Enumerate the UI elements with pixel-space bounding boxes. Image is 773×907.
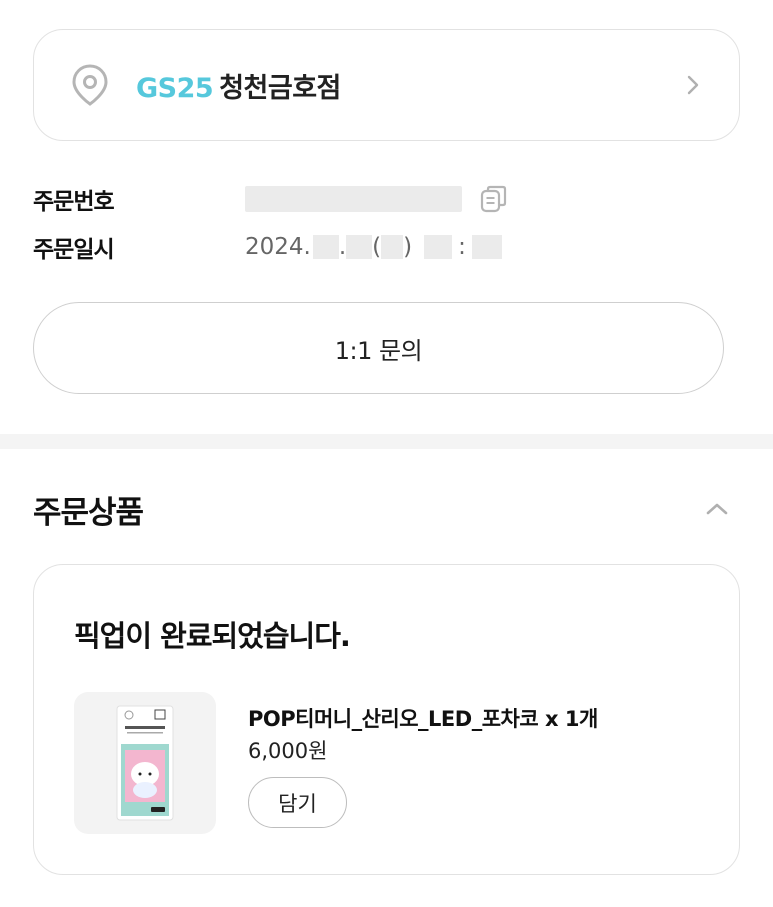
date-dot: . bbox=[338, 234, 347, 260]
store-brand: GS25 bbox=[136, 72, 214, 104]
order-date-row: 주문일시 2024. . ( ) : bbox=[33, 229, 502, 265]
order-date-label: 주문일시 bbox=[33, 237, 115, 263]
pickup-status: 픽업이 완료되었습니다. bbox=[74, 619, 351, 653]
ordered-items-title: 주문상품 bbox=[33, 495, 144, 531]
inquiry-button[interactable]: 1:1 문의 bbox=[33, 302, 724, 394]
add-to-cart-button[interactable]: 담기 bbox=[248, 777, 347, 828]
store-card[interactable]: GS25 청천금호점 bbox=[33, 29, 740, 141]
order-detail-page: GS25 청천금호점 주문번호 주문일시 2024. . (): 1:1 문… bbox=[0, 0, 773, 907]
order-number-masked bbox=[245, 186, 462, 212]
date-paren-open: ( bbox=[372, 234, 382, 260]
date-paren-close: ) bbox=[403, 234, 413, 260]
order-item-card: 픽업이 완료되었습니다. POP티머니_산리오_LED_포차코 x 1개 6,0… bbox=[33, 564, 740, 875]
product-price: 6,000원 bbox=[248, 739, 328, 763]
masked-hour bbox=[424, 235, 453, 259]
order-number-row: 주문번호 bbox=[33, 181, 509, 217]
chevron-up-icon[interactable] bbox=[704, 500, 730, 518]
date-colon: : bbox=[458, 234, 466, 260]
copy-icon[interactable] bbox=[479, 184, 509, 214]
masked-minute bbox=[471, 235, 502, 259]
order-number-label: 주문번호 bbox=[33, 189, 115, 215]
order-date-value: 2024. . ( ) : bbox=[245, 234, 502, 260]
store-branch: 청천금호점 bbox=[219, 72, 341, 104]
masked-day bbox=[346, 235, 373, 259]
location-pin-icon bbox=[70, 63, 110, 107]
section-divider bbox=[0, 434, 773, 449]
product-thumbnail[interactable] bbox=[74, 692, 216, 834]
date-year: 2024. bbox=[245, 234, 311, 260]
masked-month bbox=[312, 235, 339, 259]
store-name: GS25 청천금호점 bbox=[136, 66, 341, 105]
masked-weekday bbox=[381, 235, 404, 259]
chevron-right-icon bbox=[683, 73, 703, 97]
product-name[interactable]: POP티머니_산리오_LED_포차코 x 1개 bbox=[248, 703, 598, 733]
